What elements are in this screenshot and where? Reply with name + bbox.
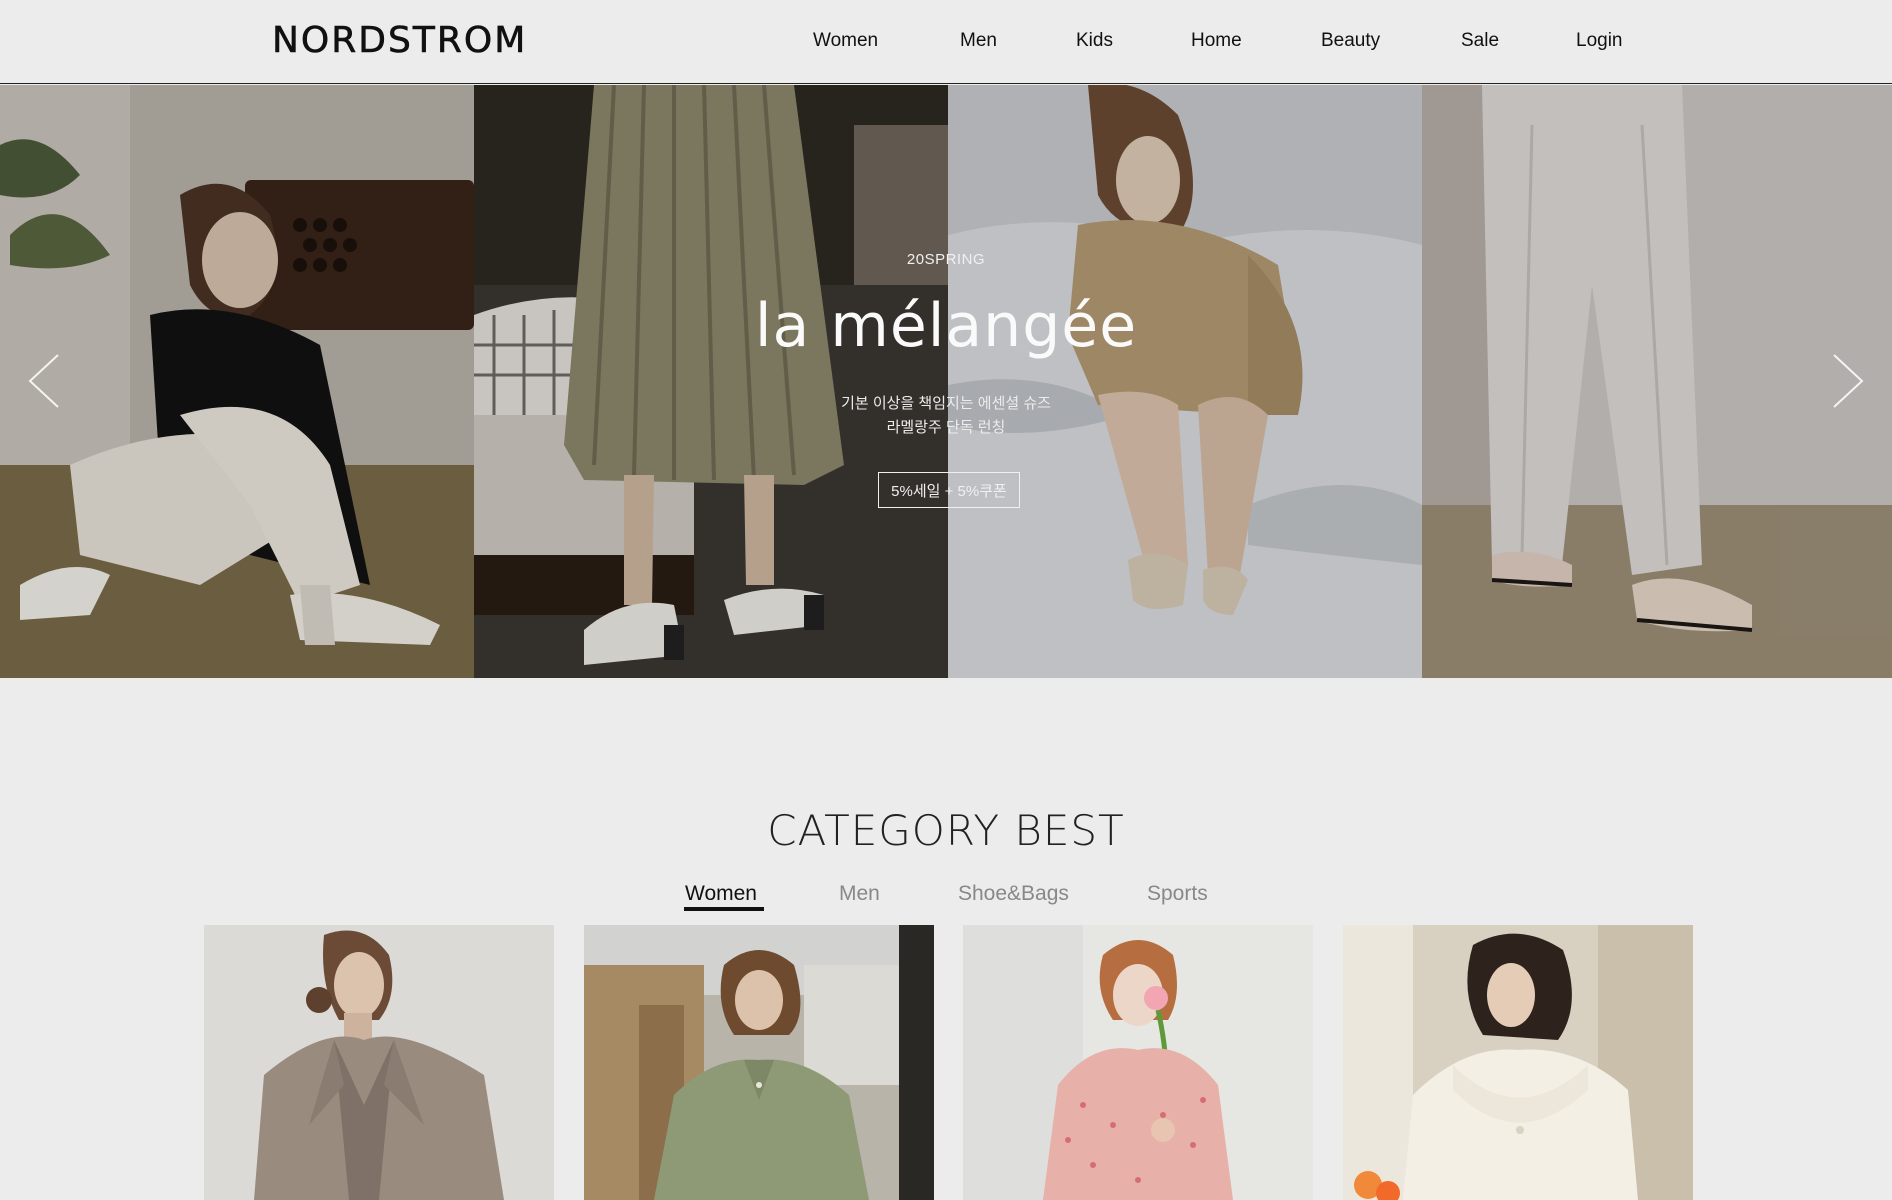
product-image <box>584 925 934 1200</box>
nav-women[interactable]: Women <box>813 30 878 52</box>
site-header: NORDSTROM Women Men Kids Home Beauty Sal… <box>0 0 1892 84</box>
tab-men[interactable]: Men <box>839 882 880 906</box>
hero-eyebrow: 20SPRING <box>906 251 986 268</box>
product-image <box>204 925 554 1200</box>
tab-shoe-bags[interactable]: Shoe&Bags <box>958 882 1069 906</box>
active-tab-indicator <box>684 907 764 911</box>
hero-copy: 20SPRING la mélangée 기본 이상을 책임지는 에센셜 슈즈 … <box>0 85 1892 678</box>
product-card-green-knit[interactable] <box>584 925 934 1200</box>
hero-title: la mélangée <box>754 291 1138 361</box>
hero-promo-button[interactable]: 5%세일 + 5%쿠폰 <box>878 472 1020 508</box>
product-card-white-collar-blouse[interactable] <box>1343 925 1693 1200</box>
chevron-left-icon <box>28 354 59 408</box>
nav-login[interactable]: Login <box>1576 30 1623 52</box>
hero-prev-button[interactable] <box>26 351 70 411</box>
nav-men[interactable]: Men <box>960 30 997 52</box>
product-image <box>1343 925 1693 1200</box>
nav-kids[interactable]: Kids <box>1076 30 1113 52</box>
tab-sports[interactable]: Sports <box>1147 882 1208 906</box>
product-image <box>963 925 1313 1200</box>
product-card-floral-blouse[interactable] <box>963 925 1313 1200</box>
nav-home[interactable]: Home <box>1191 30 1242 52</box>
chevron-right-icon <box>1833 354 1864 408</box>
hero-subtitle-line-2: 라멜랑주 단독 런칭 <box>886 419 1006 436</box>
hero-next-button[interactable] <box>1822 351 1866 411</box>
category-tabs: Women Men Shoe&Bags Sports <box>0 882 1892 912</box>
category-best-title: CATEGORY BEST <box>767 806 1125 855</box>
nav-beauty[interactable]: Beauty <box>1321 30 1380 52</box>
product-card-beige-blazer[interactable] <box>204 925 554 1200</box>
hero-subtitle-line-1: 기본 이상을 책임지는 에센셜 슈즈 <box>841 395 1051 412</box>
tab-women[interactable]: Women <box>685 882 757 906</box>
nav-sale[interactable]: Sale <box>1461 30 1499 52</box>
hero-banner[interactable]: 20SPRING la mélangée 기본 이상을 책임지는 에센셜 슈즈 … <box>0 85 1892 678</box>
main-nav: Women Men Kids Home Beauty Sale Login <box>0 30 1892 56</box>
